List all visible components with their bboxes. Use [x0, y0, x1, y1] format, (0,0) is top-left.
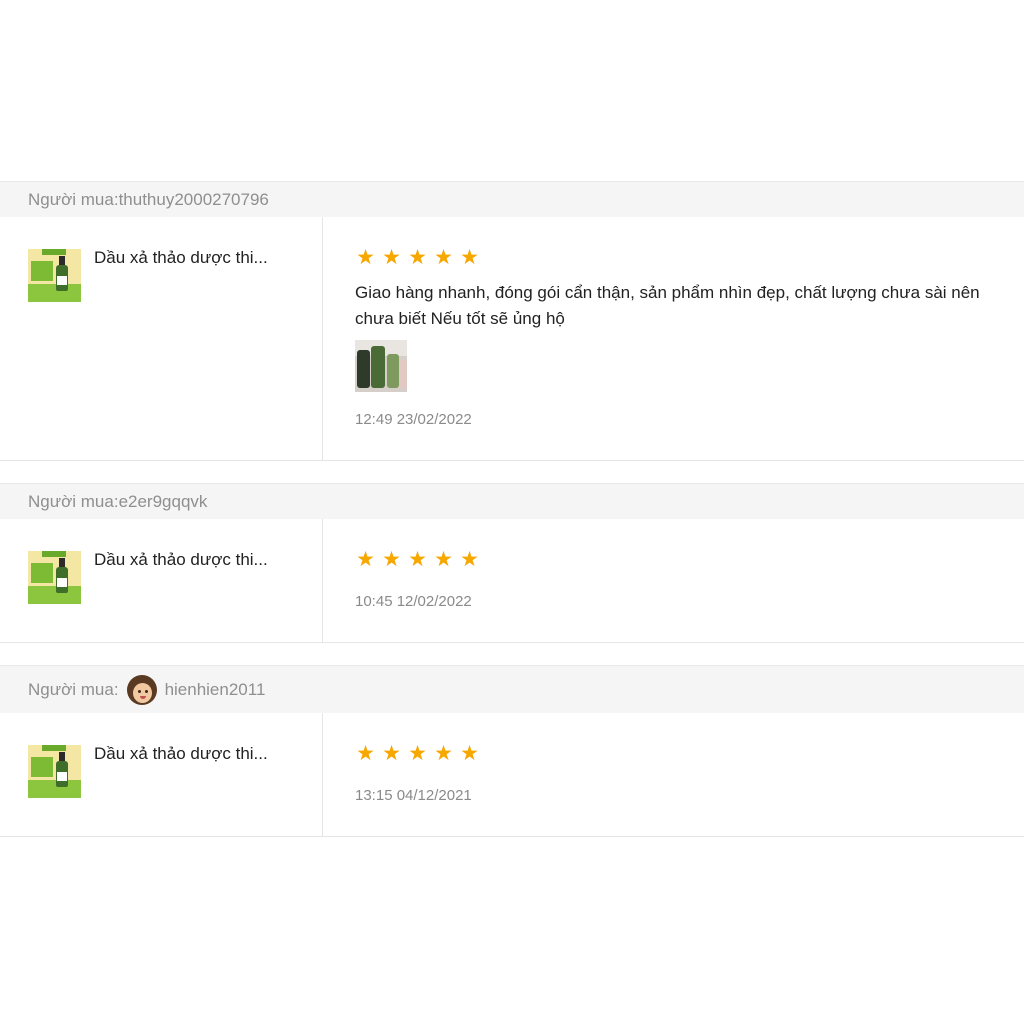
star-icon: ★ — [356, 548, 375, 571]
star-icon: ★ — [408, 246, 427, 269]
star-icon: ★ — [434, 742, 453, 765]
product-name[interactable]: Dầu xả thảo dược thi... — [94, 550, 268, 570]
review-timestamp: 12:49 23/02/2022 — [355, 411, 472, 428]
review-item: Người mua: hienhien2011 Dầu xả thảo dược… — [0, 665, 1024, 837]
review-header: Người mua: e2er9gqqvk — [0, 483, 1024, 519]
star-icon: ★ — [434, 548, 453, 571]
review-item: Người mua: thuthuy2000270796 Dầu xả thảo … — [0, 181, 1024, 461]
star-icon: ★ — [356, 742, 375, 765]
star-icon: ★ — [382, 246, 401, 269]
star-icon: ★ — [460, 548, 479, 571]
star-icon: ★ — [460, 742, 479, 765]
avatar[interactable] — [126, 674, 157, 705]
star-rating: ★ ★ ★ ★ ★ — [355, 247, 480, 268]
star-icon: ★ — [382, 548, 401, 571]
review-item: Người mua: e2er9gqqvk Dầu xả thảo dược th… — [0, 483, 1024, 643]
product-name[interactable]: Dầu xả thảo dược thi... — [94, 248, 268, 268]
buyer-prefix: Người mua: — [28, 491, 119, 511]
product-column: Dầu xả thảo dược thi... — [0, 519, 323, 642]
product-column: Dầu xả thảo dược thi... — [0, 217, 323, 460]
buyer-name[interactable]: hienhien2011 — [165, 680, 266, 700]
review-body: Dầu xả thảo dược thi... ★ ★ ★ ★ ★ 13:15 … — [0, 713, 1024, 837]
product-thumbnail[interactable] — [28, 551, 81, 604]
product-column: Dầu xả thảo dược thi... — [0, 713, 323, 836]
review-timestamp: 13:15 04/12/2021 — [355, 787, 472, 804]
buyer-prefix: Người mua: — [28, 189, 119, 209]
star-icon: ★ — [434, 246, 453, 269]
review-header: Người mua: hienhien2011 — [0, 665, 1024, 713]
star-icon: ★ — [460, 246, 479, 269]
product-thumbnail[interactable] — [28, 249, 81, 302]
star-icon: ★ — [356, 246, 375, 269]
review-photo[interactable] — [355, 340, 407, 392]
star-icon: ★ — [382, 742, 401, 765]
star-rating: ★ ★ ★ ★ ★ — [355, 549, 480, 570]
review-body: Dầu xả thảo dược thi... ★ ★ ★ ★ ★ 10:45 … — [0, 519, 1024, 643]
review-timestamp: 10:45 12/02/2022 — [355, 593, 472, 610]
star-icon: ★ — [408, 742, 427, 765]
buyer-name[interactable]: thuthuy2000270796 — [119, 190, 269, 210]
review-header: Người mua: thuthuy2000270796 — [0, 181, 1024, 217]
review-body: Dầu xả thảo dược thi... ★ ★ ★ ★ ★ Giao h… — [0, 217, 1024, 461]
product-name[interactable]: Dầu xả thảo dược thi... — [94, 744, 268, 764]
buyer-prefix: Người mua: — [28, 679, 119, 699]
review-comment: Giao hàng nhanh, đóng gói cẩn thận, sản … — [355, 283, 980, 328]
star-rating: ★ ★ ★ ★ ★ — [355, 743, 480, 764]
buyer-name[interactable]: e2er9gqqvk — [119, 492, 208, 512]
star-icon: ★ — [408, 548, 427, 571]
product-thumbnail[interactable] — [28, 745, 81, 798]
